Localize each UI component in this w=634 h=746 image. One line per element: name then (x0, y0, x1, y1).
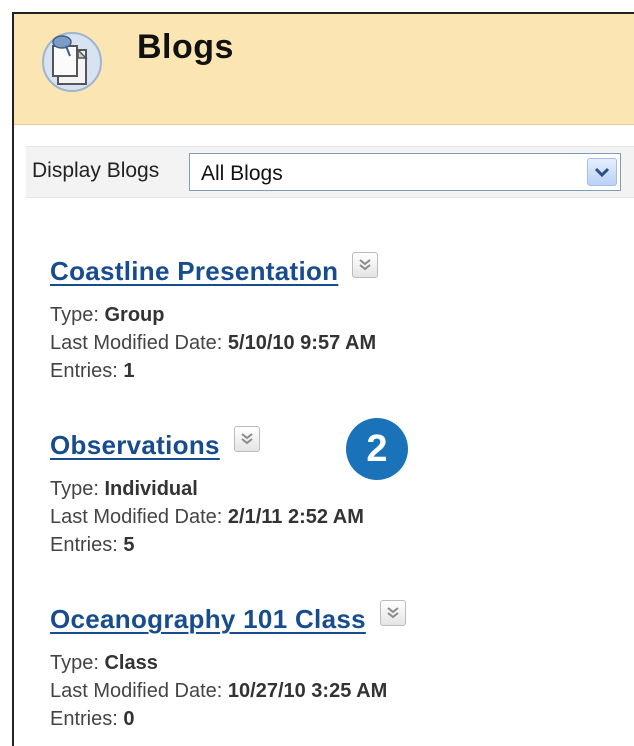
blog-meta: Type: Group Last Modified Date: 5/10/10 … (50, 301, 378, 385)
blog-title-link[interactable]: Oceanography 101 Class (50, 604, 366, 635)
modified-label: Last Modified Date: (50, 506, 223, 528)
blog-meta: Type: Individual Last Modified Date: 2/1… (50, 475, 364, 559)
type-value: Group (104, 304, 165, 326)
page-title: Blogs (137, 28, 234, 66)
modified-value: 10/27/10 3:25 AM (227, 680, 388, 702)
type-label: Type: (50, 478, 99, 500)
display-blogs-selected: All Blogs (201, 162, 283, 185)
display-blogs-label: Display Blogs (32, 159, 160, 182)
double-chevron-down-icon (241, 433, 253, 445)
entries-label: Entries: (50, 534, 118, 556)
blogs-page: Blogs Display Blogs All Blogs Coastline … (12, 12, 634, 746)
modified-value: 5/10/10 9:57 AM (227, 332, 377, 354)
blog-tool-icon (40, 28, 104, 92)
blog-options-menu-button[interactable] (233, 426, 260, 452)
display-blogs-select[interactable]: All Blogs (189, 153, 621, 191)
entries-value: 1 (123, 360, 135, 382)
blog-item: Oceanography 101 Class Type: Class Last … (50, 600, 406, 733)
entries-label: Entries: (50, 708, 118, 730)
blog-title-link[interactable]: Coastline Presentation (50, 256, 338, 287)
type-label: Type: (50, 652, 99, 674)
modified-value: 2/1/11 2:52 AM (227, 506, 364, 528)
blog-title-link[interactable]: Observations (50, 430, 220, 461)
entries-value: 5 (123, 534, 135, 556)
double-chevron-down-icon (359, 259, 371, 271)
blog-meta: Type: Class Last Modified Date: 10/27/10… (50, 649, 406, 733)
double-chevron-down-icon (387, 607, 399, 619)
modified-label: Last Modified Date: (50, 680, 223, 702)
entries-value: 0 (123, 708, 135, 730)
blog-item: Observations Type: Individual Last Modif… (50, 426, 364, 559)
page-header: Blogs (14, 14, 634, 125)
entries-label: Entries: (50, 360, 118, 382)
modified-label: Last Modified Date: (50, 332, 223, 354)
type-value: Individual (104, 478, 198, 500)
type-label: Type: (50, 304, 99, 326)
chevron-down-icon[interactable] (587, 158, 617, 186)
blog-options-menu-button[interactable] (352, 252, 379, 278)
blog-item: Coastline Presentation Type: Group Last … (50, 252, 379, 385)
step-number-badge: 2 (346, 418, 408, 480)
blog-options-menu-button[interactable] (379, 600, 406, 626)
type-value: Class (104, 652, 158, 674)
display-filter-bar: Display Blogs All Blogs (26, 146, 634, 198)
